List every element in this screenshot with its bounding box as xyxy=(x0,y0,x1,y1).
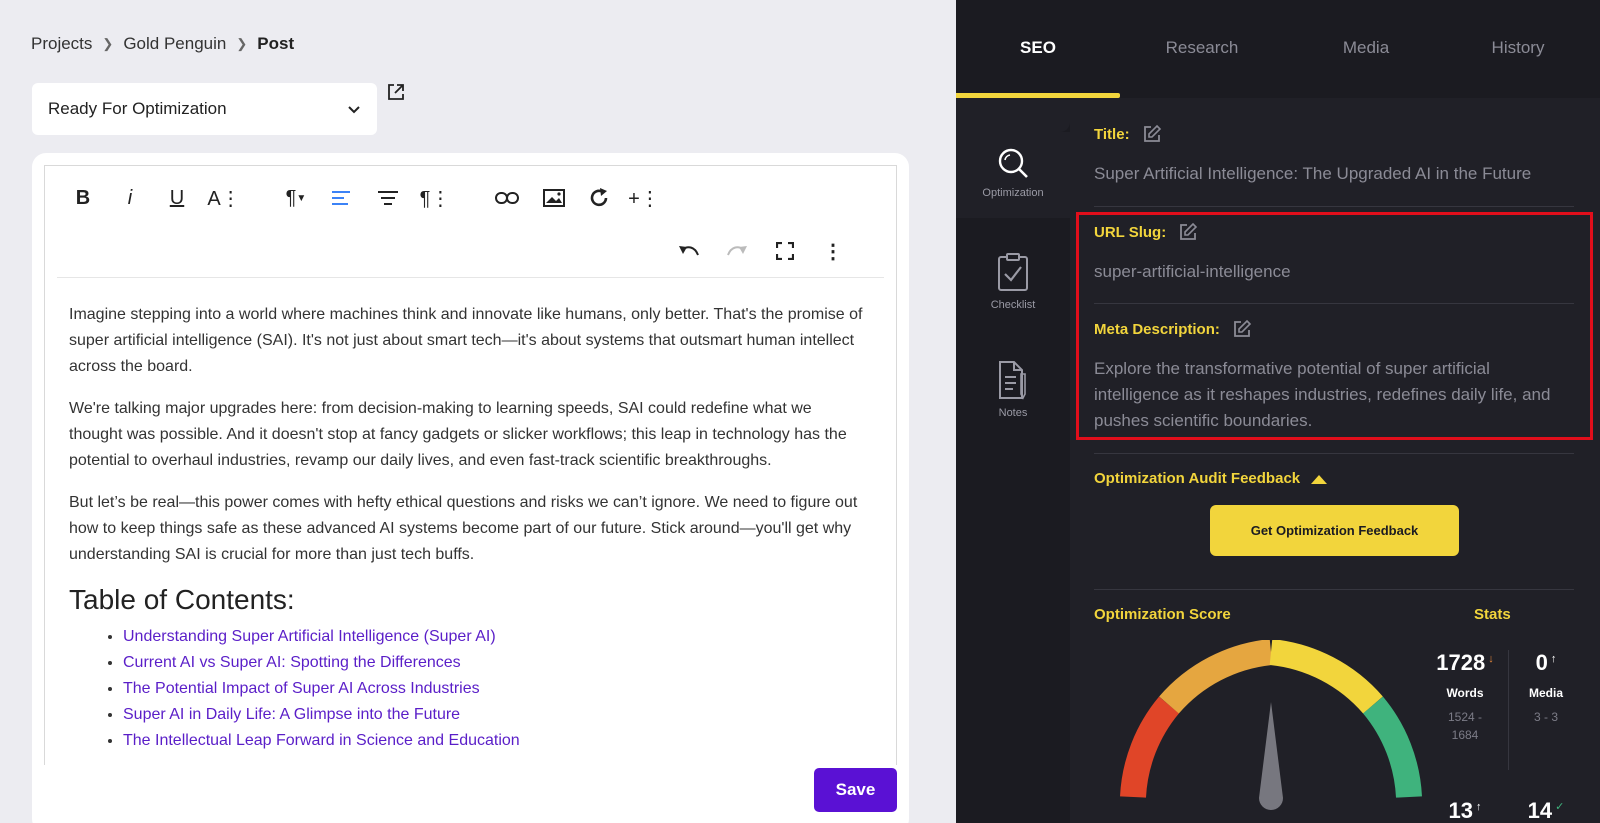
tab-seo[interactable]: SEO xyxy=(956,38,1120,58)
magnifier-icon xyxy=(998,148,1028,178)
score-gauge xyxy=(1120,640,1422,810)
tab-bar: SEO Research Media History xyxy=(956,0,1600,98)
image-icon[interactable] xyxy=(534,180,574,216)
paragraph: But let’s be real—this power comes with … xyxy=(69,494,858,563)
redo-icon[interactable] xyxy=(717,233,757,269)
chevron-down-icon xyxy=(348,106,360,114)
edit-icon[interactable] xyxy=(1142,124,1162,144)
toc-link[interactable]: The Intellectual Leap Forward in Science… xyxy=(123,728,869,754)
rail-label: Optimization xyxy=(982,187,1044,199)
rail-label: Notes xyxy=(998,407,1028,419)
get-feedback-button[interactable]: Get Optimization Feedback xyxy=(1210,505,1459,556)
gauge-needle xyxy=(1259,702,1283,810)
toc-link[interactable]: Current AI vs Super AI: Spotting the Dif… xyxy=(123,650,869,676)
breadcrumb-current: Post xyxy=(257,34,295,53)
editor-toolbar-secondary: ⋮ xyxy=(669,233,853,269)
chevron-right-icon: ❯ xyxy=(102,36,114,51)
rail-item-checklist[interactable]: Checklist xyxy=(956,252,1070,311)
caret-up-icon xyxy=(1311,474,1328,484)
font-size-icon[interactable]: A⋮ xyxy=(204,180,244,216)
fullscreen-icon[interactable] xyxy=(765,233,805,269)
edit-icon[interactable] xyxy=(1232,319,1252,339)
edit-icon[interactable] xyxy=(1178,222,1198,242)
audit-feedback-toggle[interactable]: Optimization Audit Feedback xyxy=(1094,470,1328,487)
align-left-icon[interactable] xyxy=(321,180,361,216)
side-rail: Optimization Checklist Notes xyxy=(956,98,1070,823)
paragraph-format-icon[interactable]: ¶ ▼ xyxy=(276,180,316,216)
link-icon[interactable] xyxy=(487,180,527,216)
external-link-icon[interactable] xyxy=(386,82,406,102)
more-options-icon[interactable]: ⋮ xyxy=(813,233,853,269)
toc-link[interactable]: Super AI in Daily Life: A Glimpse into t… xyxy=(123,702,869,728)
check-icon: ✓ xyxy=(1555,801,1565,813)
editor-card: B i U A⋮ ¶ ▼ ¶⋮ +⋮ ⋮ Imagine stepping in… xyxy=(32,153,909,823)
breadcrumb: Projects ❯ Gold Penguin ❯ Post xyxy=(31,34,294,54)
undo-icon[interactable] xyxy=(669,233,709,269)
toolbar-divider xyxy=(57,277,884,278)
stat-words: 1728 ↓ Words 1524 - 1684 xyxy=(1436,650,1494,742)
slug-value[interactable]: super-artificial-intelligence xyxy=(1094,259,1291,285)
stat-media: 0 ↑ Media 3 - 3 xyxy=(1528,650,1563,724)
arrow-up-icon: ↑ xyxy=(1550,653,1557,665)
tab-history[interactable]: History xyxy=(1436,38,1600,58)
bold-icon[interactable]: B xyxy=(63,180,103,216)
breadcrumb-projects[interactable]: Projects xyxy=(31,34,92,54)
stat-row2-left: 13 ↑ xyxy=(1448,798,1482,823)
stat-row2-right: 14 ✓ xyxy=(1527,798,1565,823)
editor-content[interactable]: Imagine stepping into a world where mach… xyxy=(69,302,869,754)
slug-field-label: URL Slug: xyxy=(1094,222,1198,242)
chevron-right-icon: ❯ xyxy=(236,36,248,51)
rail-label: Checklist xyxy=(990,299,1036,311)
rail-item-optimization[interactable]: Optimization xyxy=(956,132,1070,218)
optimization-score-label: Optimization Score xyxy=(1094,606,1231,623)
notes-icon xyxy=(999,361,1026,400)
tab-media[interactable]: Media xyxy=(1284,38,1448,58)
rail-item-notes[interactable]: Notes xyxy=(956,360,1070,419)
meta-description-value[interactable]: Explore the transformative potential of … xyxy=(1094,356,1564,434)
toc-link[interactable]: Understanding Super Artificial Intellige… xyxy=(123,624,869,650)
paragraph: We're talking major upgrades here: from … xyxy=(69,400,847,469)
breadcrumb-project[interactable]: Gold Penguin xyxy=(123,34,226,54)
paragraph: Imagine stepping into a world where mach… xyxy=(69,306,863,375)
save-button[interactable]: Save xyxy=(814,768,897,812)
editor-pane: Projects ❯ Gold Penguin ❯ Post Ready For… xyxy=(0,0,956,823)
checklist-icon xyxy=(998,253,1028,291)
italic-icon[interactable]: i xyxy=(110,180,150,216)
toc-link[interactable]: The Potential Impact of Super AI Across … xyxy=(123,676,869,702)
insert-more-icon[interactable]: +⋮ xyxy=(624,180,664,216)
title-value[interactable]: Super Artificial Intelligence: The Upgra… xyxy=(1094,161,1574,187)
status-value: Ready For Optimization xyxy=(48,99,227,118)
rich-text-editor: B i U A⋮ ¶ ▼ ¶⋮ +⋮ ⋮ Imagine stepping in… xyxy=(44,165,897,765)
arrow-up-icon: ↑ xyxy=(1475,801,1482,813)
toc-list: Understanding Super Artificial Intellige… xyxy=(69,624,869,754)
redo-rotate-icon[interactable] xyxy=(579,180,619,216)
arrow-down-icon: ↓ xyxy=(1488,653,1494,665)
toc-heading: Table of Contents: xyxy=(69,584,295,615)
editor-toolbar: B i U A⋮ ¶ ▼ ¶⋮ +⋮ xyxy=(63,180,664,216)
meta-field-label: Meta Description: xyxy=(1094,319,1252,339)
stats-label: Stats xyxy=(1474,606,1511,623)
title-field-label: Title: xyxy=(1094,124,1162,144)
underline-icon[interactable]: U xyxy=(157,180,197,216)
status-dropdown[interactable]: Ready For Optimization xyxy=(32,83,377,135)
align-center-icon[interactable] xyxy=(368,180,408,216)
paragraph-style-icon[interactable]: ¶⋮ xyxy=(415,180,455,216)
tab-research[interactable]: Research xyxy=(1120,38,1284,58)
